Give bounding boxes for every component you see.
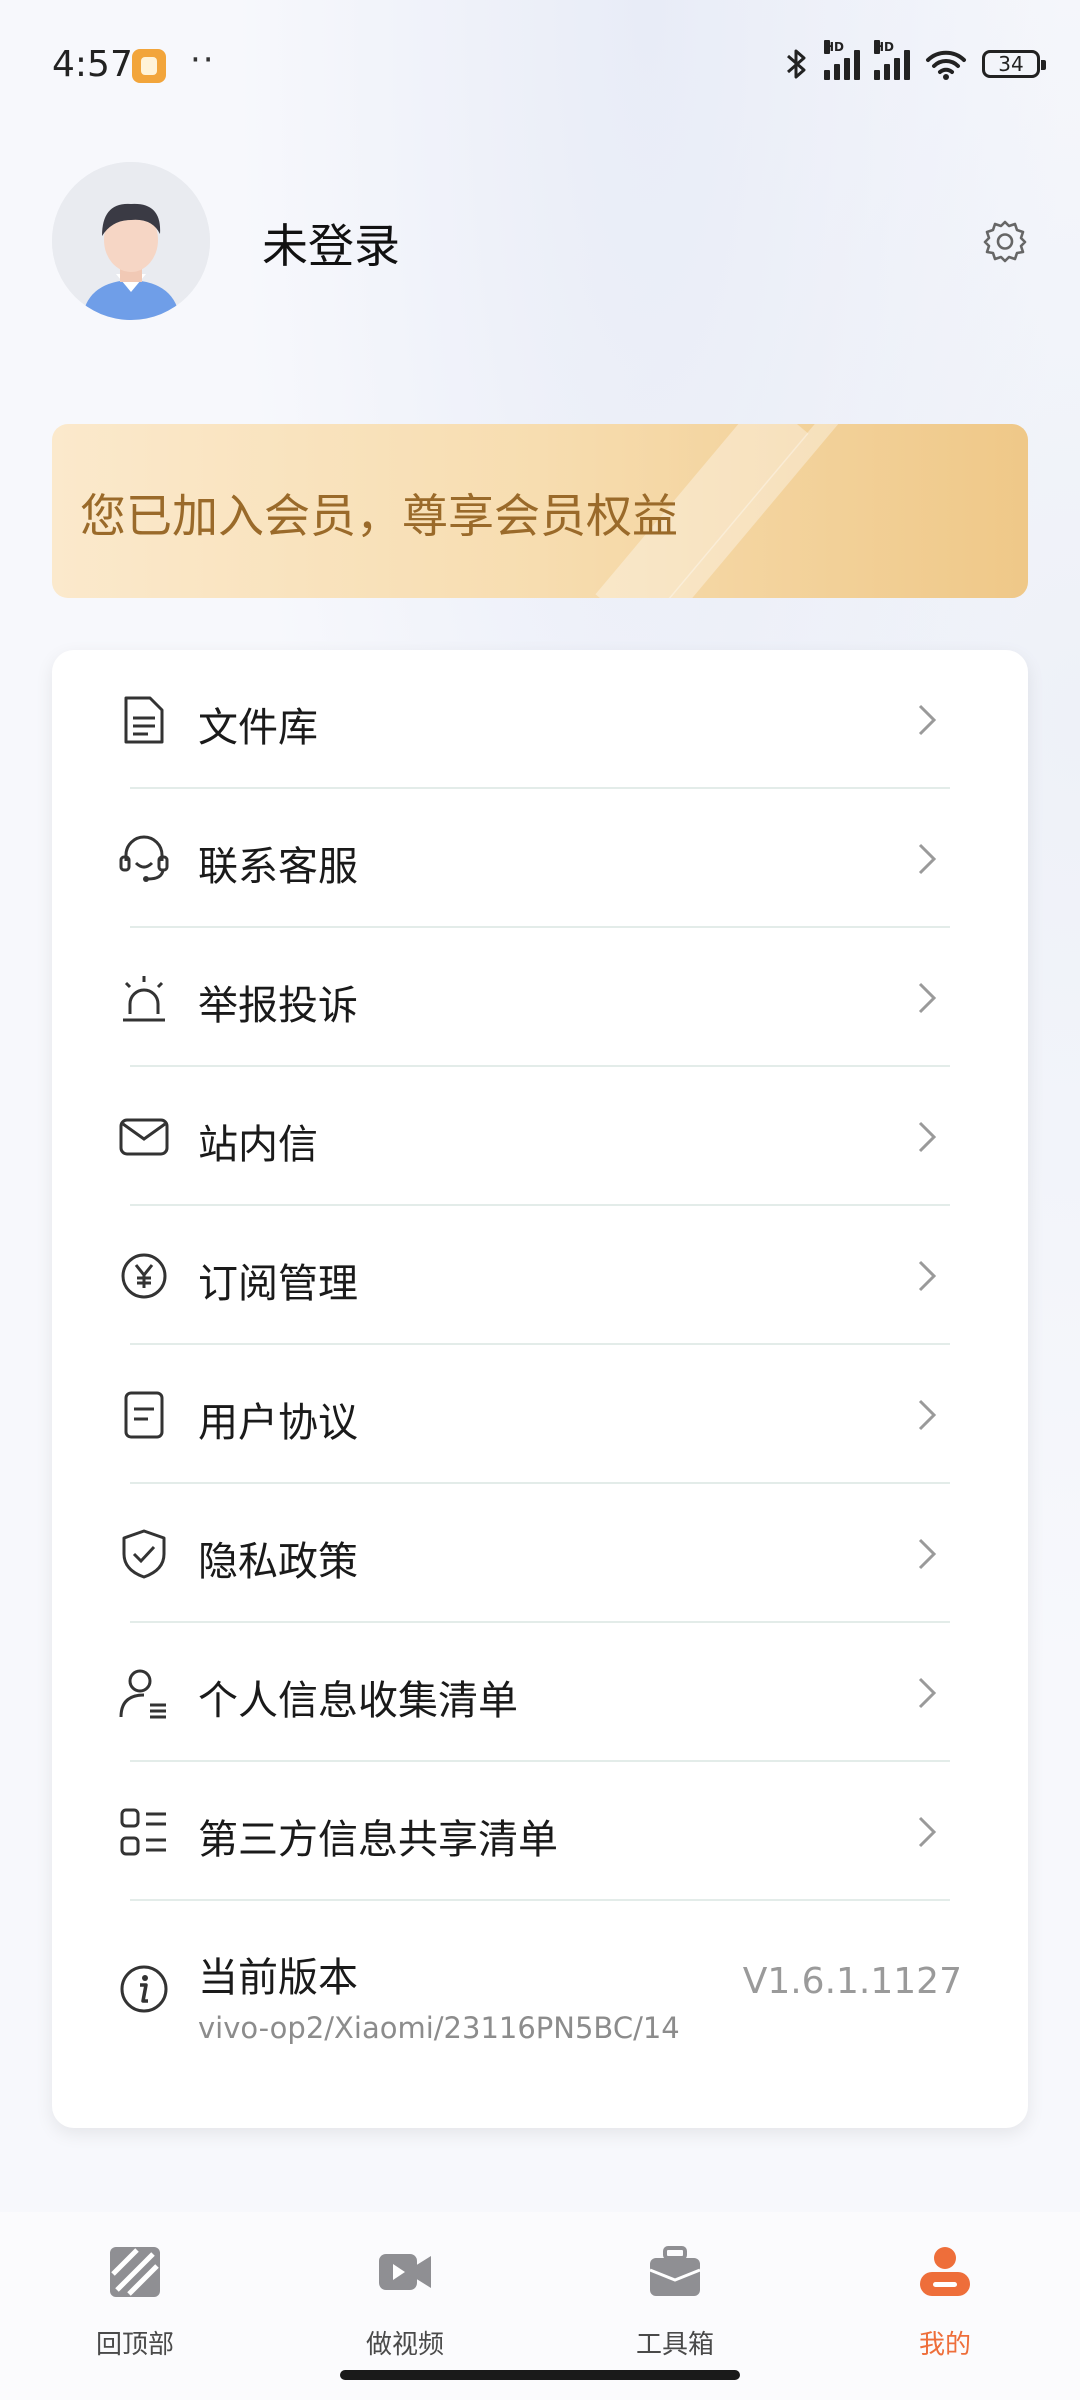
profile-icon bbox=[920, 2247, 970, 2296]
gear-icon[interactable] bbox=[982, 218, 1028, 264]
chevron-right-icon bbox=[918, 704, 937, 736]
menu-item-user-agreement[interactable]: 用户协议 bbox=[52, 1345, 1028, 1484]
nav-label: 做视频 bbox=[365, 2330, 444, 2360]
home-indicator[interactable] bbox=[340, 2370, 740, 2380]
default-avatar-icon bbox=[52, 162, 210, 320]
menu-item-label: 联系客服 bbox=[198, 844, 358, 890]
nav-make-video[interactable]: 做视频 bbox=[305, 2244, 505, 2364]
status-more-dots: ·· bbox=[190, 40, 216, 80]
menu-item-label: 个人信息收集清单 bbox=[198, 1678, 518, 1724]
video-icon bbox=[379, 2254, 431, 2290]
headset-icon bbox=[119, 835, 169, 882]
toolbox-icon bbox=[649, 2246, 701, 2296]
agreement-icon bbox=[124, 1391, 164, 1439]
menu-item-label: 站内信 bbox=[198, 1122, 318, 1168]
menu-item-file-library[interactable]: 文件库 bbox=[52, 650, 1028, 789]
menu-card: 文件库 联系客服 举报投诉 站内信 订阅管理 用户协议 隐私政策 个人信息收集清… bbox=[52, 650, 1028, 2128]
menu-item-subscription[interactable]: 订阅管理 bbox=[52, 1206, 1028, 1345]
info-icon bbox=[120, 1965, 168, 2013]
mail-icon bbox=[119, 1118, 169, 1156]
nav-label: 回顶部 bbox=[95, 2330, 174, 2360]
user-list-icon bbox=[119, 1669, 166, 1719]
signal-icon-1: HD bbox=[824, 40, 860, 80]
menu-item-label: 用户协议 bbox=[198, 1400, 358, 1446]
version-number: V1.6.1.1127 bbox=[742, 1961, 962, 2002]
menu-item-label: 第三方信息共享清单 bbox=[198, 1817, 558, 1863]
hd-badge-1: HD bbox=[824, 40, 845, 54]
menu-item-privacy-policy[interactable]: 隐私政策 bbox=[52, 1484, 1028, 1623]
alarm-icon bbox=[123, 976, 165, 1022]
menu-item-label: 文件库 bbox=[198, 705, 318, 751]
bluetooth-icon bbox=[787, 49, 806, 79]
nav-label: 工具箱 bbox=[635, 2330, 714, 2360]
nav-label: 我的 bbox=[918, 2330, 971, 2360]
chevron-right-icon bbox=[918, 1677, 937, 1709]
menu-item-inbox[interactable]: 站内信 bbox=[52, 1067, 1028, 1206]
nav-my-profile[interactable]: 我的 bbox=[845, 2244, 1045, 2364]
chevron-right-icon bbox=[918, 1260, 937, 1292]
nav-toolbox[interactable]: 工具箱 bbox=[575, 2244, 775, 2364]
member-banner-text: 您已加入会员，尊享会员权益 bbox=[80, 489, 678, 543]
menu-item-report[interactable]: 举报投诉 bbox=[52, 928, 1028, 1067]
version-label: 当前版本 bbox=[198, 1955, 358, 2001]
status-bar: 4:57 ·· HD HD 34 bbox=[0, 0, 1080, 135]
wifi-icon bbox=[926, 50, 966, 80]
chevron-right-icon bbox=[918, 1816, 937, 1848]
version-device-info: vivo-op2/Xiaomi/23116PN5BC/14 bbox=[198, 2011, 680, 2045]
shield-check-icon bbox=[122, 1529, 166, 1579]
hd-badge-2: HD bbox=[874, 40, 895, 54]
grid-list-icon bbox=[120, 1808, 166, 1856]
avatar[interactable] bbox=[52, 162, 210, 320]
chevron-right-icon bbox=[918, 982, 937, 1014]
menu-item-label: 隐私政策 bbox=[198, 1539, 358, 1585]
top-icon bbox=[110, 2247, 160, 2297]
chevron-right-icon bbox=[918, 1121, 937, 1153]
menu-item-label: 订阅管理 bbox=[198, 1261, 358, 1307]
menu-item-third-party-sharing-list[interactable]: 第三方信息共享清单 bbox=[52, 1762, 1028, 1901]
chevron-right-icon bbox=[918, 1538, 937, 1570]
menu-item-label: 举报投诉 bbox=[198, 983, 358, 1029]
chevron-right-icon bbox=[918, 1399, 937, 1431]
signal-icon-2: HD bbox=[874, 40, 910, 80]
yen-icon bbox=[121, 1253, 167, 1299]
battery-icon: 34 bbox=[982, 50, 1046, 78]
notification-app-icon bbox=[132, 49, 166, 83]
username-label[interactable]: 未登录 bbox=[262, 210, 400, 276]
menu-item-current-version: 当前版本 vivo-op2/Xiaomi/23116PN5BC/14 V1.6.… bbox=[52, 1901, 1028, 2091]
status-time: 4:57 bbox=[52, 44, 133, 85]
document-icon bbox=[124, 696, 164, 744]
nav-back-to-top[interactable]: 回顶部 bbox=[35, 2244, 235, 2364]
member-banner[interactable]: 您已加入会员，尊享会员权益 bbox=[52, 424, 1028, 598]
menu-item-customer-service[interactable]: 联系客服 bbox=[52, 789, 1028, 928]
system-icons: HD HD 34 bbox=[782, 40, 1046, 84]
chevron-right-icon bbox=[918, 843, 937, 875]
menu-item-personal-info-list[interactable]: 个人信息收集清单 bbox=[52, 1623, 1028, 1762]
